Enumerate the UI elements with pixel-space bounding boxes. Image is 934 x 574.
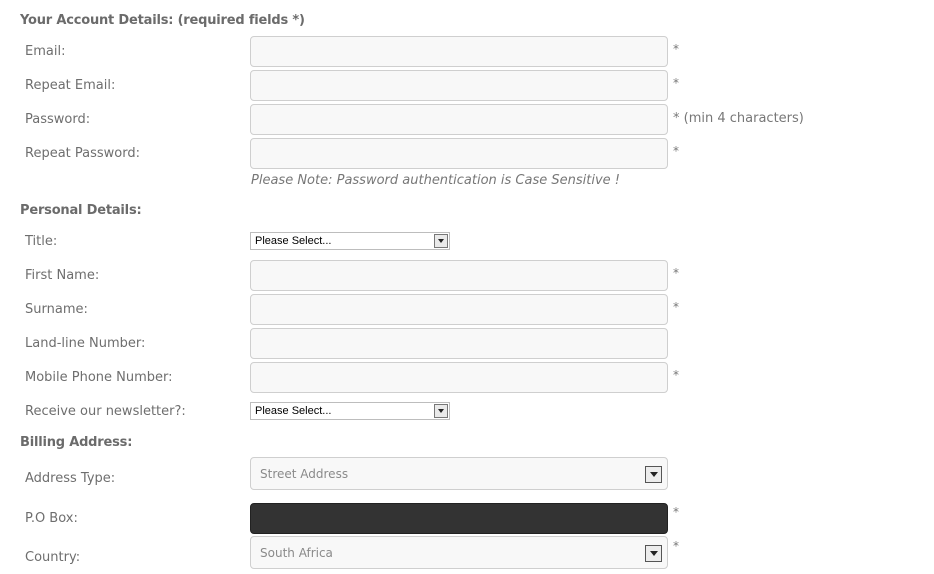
po-box-label: P.O Box:	[25, 511, 78, 526]
password-hint: * (min 4 characters)	[673, 111, 804, 126]
country-required-marker: *	[673, 539, 679, 553]
country-value: South Africa	[260, 546, 333, 560]
title-select[interactable]: Please Select...	[250, 232, 450, 250]
first-name-field[interactable]	[250, 260, 668, 291]
billing-section-title: Billing Address:	[20, 435, 133, 450]
chevron-down-icon[interactable]	[645, 466, 662, 483]
mobile-label: Mobile Phone Number:	[25, 370, 173, 385]
newsletter-select[interactable]: Please Select...	[250, 402, 450, 420]
email-field[interactable]	[250, 36, 668, 67]
chevron-down-icon[interactable]	[434, 404, 448, 418]
po-box-field[interactable]	[250, 503, 668, 534]
landline-label: Land-line Number:	[25, 336, 146, 351]
personal-section-title: Personal Details:	[20, 203, 142, 218]
surname-field[interactable]	[250, 294, 668, 325]
password-field[interactable]	[250, 104, 668, 135]
surname-label: Surname:	[25, 302, 88, 317]
address-type-value: Street Address	[260, 467, 349, 481]
first-name-required-marker: *	[673, 266, 679, 280]
repeat-email-required-marker: *	[673, 76, 679, 90]
password-label: Password:	[25, 112, 91, 127]
email-required-marker: *	[673, 42, 679, 56]
email-label: Email:	[25, 44, 66, 59]
repeat-password-field[interactable]	[250, 138, 668, 169]
mobile-field[interactable]	[250, 362, 668, 393]
repeat-password-required-marker: *	[673, 144, 679, 158]
password-case-note: Please Note: Password authentication is …	[251, 173, 620, 188]
landline-field[interactable]	[250, 328, 668, 359]
repeat-password-label: Repeat Password:	[25, 146, 140, 161]
chevron-down-icon[interactable]	[645, 545, 662, 562]
country-label: Country:	[25, 550, 81, 565]
first-name-label: First Name:	[25, 268, 100, 283]
newsletter-label: Receive our newsletter?:	[25, 404, 186, 419]
surname-required-marker: *	[673, 300, 679, 314]
repeat-email-label: Repeat Email:	[25, 78, 116, 93]
repeat-email-field[interactable]	[250, 70, 668, 101]
country-select[interactable]: South Africa	[250, 536, 668, 569]
mobile-required-marker: *	[673, 368, 679, 382]
address-type-select[interactable]: Street Address	[250, 457, 668, 490]
po-box-required-marker: *	[673, 505, 679, 519]
chevron-down-icon[interactable]	[434, 234, 448, 248]
title-select-value: Please Select...	[255, 235, 332, 247]
address-type-label: Address Type:	[25, 471, 116, 486]
title-label: Title:	[25, 234, 58, 249]
account-section-title: Your Account Details: (required fields *…	[20, 13, 305, 28]
newsletter-select-value: Please Select...	[255, 405, 332, 417]
